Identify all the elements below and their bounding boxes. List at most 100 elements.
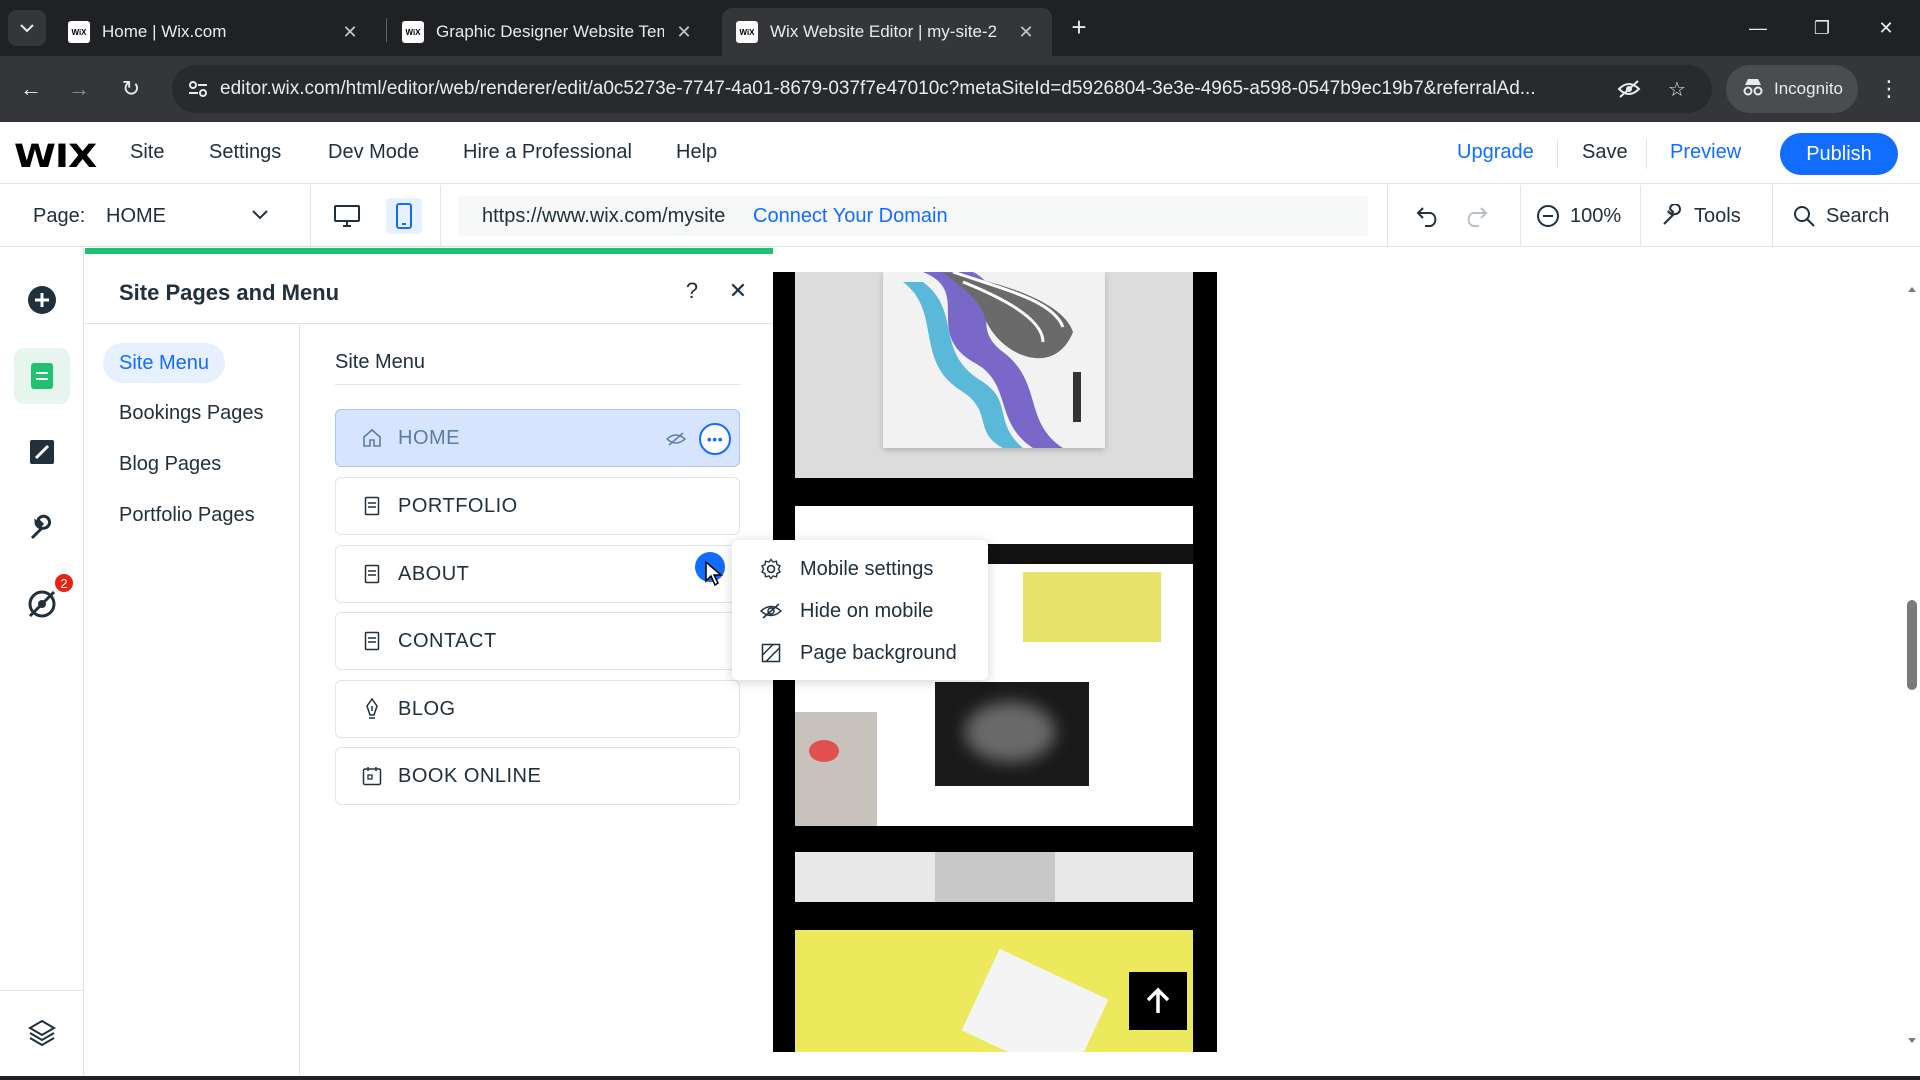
wix-page-bar: Page: HOME https://www.wix.com/mysite Co… bbox=[0, 185, 1920, 247]
tools-button[interactable]: Tools bbox=[1660, 198, 1741, 234]
tab-graphic-designer[interactable]: WiX Graphic Designer Website Temp ✕ bbox=[388, 8, 710, 56]
undo-icon bbox=[1416, 207, 1437, 227]
menu-item-hide-on-mobile[interactable]: Hide on mobile bbox=[732, 590, 988, 632]
connect-domain-link[interactable]: Connect Your Domain bbox=[753, 205, 948, 228]
page-selector-value[interactable]: HOME bbox=[106, 205, 166, 228]
nav-site-menu[interactable]: Site Menu bbox=[103, 343, 226, 383]
nav-bookings-pages[interactable]: Bookings Pages bbox=[103, 393, 280, 433]
wrench-icon bbox=[30, 514, 52, 540]
tab-home-wix[interactable]: WiX Home | Wix.com ✕ bbox=[54, 8, 376, 56]
business-tools-button[interactable] bbox=[14, 500, 70, 556]
mobile-view-button[interactable] bbox=[386, 198, 422, 234]
publish-button[interactable]: Publish bbox=[1780, 133, 1898, 175]
pen-icon bbox=[362, 698, 382, 719]
redo-button[interactable] bbox=[1463, 198, 1489, 234]
page-item-about[interactable]: ABOUT bbox=[335, 545, 740, 603]
panel-title: Site Pages and Menu bbox=[119, 280, 340, 305]
tools-icon bbox=[1663, 204, 1681, 225]
page-icon bbox=[362, 496, 382, 516]
close-icon[interactable]: ✕ bbox=[340, 22, 360, 43]
incognito-icon bbox=[1742, 77, 1764, 102]
menu-site[interactable]: Site bbox=[130, 141, 164, 164]
site-menu-heading: Site Menu bbox=[335, 351, 426, 373]
wix-favicon-icon: WiX bbox=[736, 21, 758, 43]
page-item-contact[interactable]: CONTACT bbox=[335, 612, 740, 670]
scrollbar-thumb[interactable] bbox=[1907, 600, 1917, 690]
page-item-home[interactable]: HOME ••• bbox=[335, 409, 740, 467]
close-icon[interactable]: ✕ bbox=[725, 278, 751, 304]
close-icon[interactable]: ✕ bbox=[1016, 22, 1036, 43]
stand-image bbox=[935, 852, 1055, 902]
undo-button[interactable] bbox=[1415, 198, 1441, 234]
design-button[interactable] bbox=[14, 424, 70, 480]
site-url-bar: https://www.wix.com/mysite Connect Your … bbox=[458, 196, 1368, 236]
bookmark-star-icon[interactable]: ☆ bbox=[1664, 76, 1690, 102]
nav-blog-pages[interactable]: Blog Pages bbox=[103, 444, 237, 484]
image-block[interactable] bbox=[795, 272, 1193, 478]
image-block[interactable] bbox=[795, 852, 1193, 902]
incognito-label: Incognito bbox=[1774, 79, 1843, 98]
new-tab-button[interactable]: + bbox=[1064, 12, 1094, 42]
page-label: HOME bbox=[398, 426, 460, 449]
hidden-eye-icon[interactable] bbox=[665, 428, 687, 450]
close-icon[interactable]: ✕ bbox=[674, 22, 694, 43]
browser-tab-bar: WiX Home | Wix.com ✕ WiX Graphic Designe… bbox=[0, 0, 1920, 56]
menu-hire-professional[interactable]: Hire a Professional bbox=[463, 141, 632, 164]
layers-icon bbox=[28, 1019, 56, 1046]
menu-dev-mode[interactable]: Dev Mode bbox=[328, 141, 419, 164]
nav-portfolio-pages[interactable]: Portfolio Pages bbox=[103, 495, 271, 535]
chevron-down-icon[interactable] bbox=[252, 207, 268, 225]
site-info-icon[interactable] bbox=[186, 77, 210, 101]
incognito-indicator[interactable]: Incognito bbox=[1726, 65, 1858, 113]
divider bbox=[1772, 185, 1773, 247]
zoom-button[interactable]: 100% bbox=[1536, 198, 1621, 234]
page-item-portfolio[interactable]: PORTFOLIO bbox=[335, 477, 740, 535]
forward-button[interactable]: → bbox=[62, 72, 96, 106]
divider bbox=[335, 384, 740, 385]
eye-off-icon[interactable] bbox=[1616, 76, 1642, 102]
divider bbox=[1557, 139, 1558, 169]
tab-title: Home | Wix.com bbox=[102, 22, 227, 41]
reload-button[interactable]: ↻ bbox=[114, 72, 148, 106]
menu-item-page-background[interactable]: Page background bbox=[732, 632, 988, 674]
divider bbox=[1520, 185, 1521, 247]
search-button[interactable]: Search bbox=[1792, 198, 1889, 234]
search-label: Search bbox=[1826, 204, 1890, 227]
desktop-icon bbox=[334, 205, 360, 227]
pages-menu-button[interactable] bbox=[14, 348, 70, 404]
save-button[interactable]: Save bbox=[1582, 141, 1628, 164]
browser-toolbar: ← → ↻ editor.wix.com/html/editor/web/ren… bbox=[0, 56, 1920, 122]
wix-logo[interactable]: WIX bbox=[14, 137, 97, 174]
menu-help[interactable]: Help bbox=[676, 141, 717, 164]
address-bar[interactable]: editor.wix.com/html/editor/web/renderer/… bbox=[172, 65, 1712, 113]
minimize-button[interactable]: — bbox=[1726, 0, 1790, 56]
close-window-button[interactable]: ✕ bbox=[1854, 0, 1918, 56]
help-icon[interactable]: ? bbox=[679, 278, 705, 304]
add-elements-button[interactable] bbox=[14, 272, 70, 328]
menu-settings[interactable]: Settings bbox=[209, 141, 281, 164]
back-to-top-button[interactable] bbox=[1129, 972, 1187, 1030]
more-actions-button[interactable]: ••• bbox=[699, 423, 731, 455]
page-icon bbox=[362, 564, 382, 584]
back-button[interactable]: ← bbox=[14, 72, 48, 106]
divider bbox=[1646, 139, 1647, 169]
tab-wix-editor[interactable]: WiX Wix Website Editor | my-site-2 ✕ bbox=[722, 8, 1052, 56]
scroll-up-icon[interactable] bbox=[1907, 280, 1917, 298]
url-text: editor.wix.com/html/editor/web/renderer/… bbox=[220, 78, 1536, 99]
page-item-book-online[interactable]: BOOK ONLINE bbox=[335, 747, 740, 805]
dark-texture-image bbox=[935, 682, 1089, 786]
desktop-view-button[interactable] bbox=[329, 198, 365, 234]
divider bbox=[440, 185, 441, 247]
scroll-down-icon[interactable] bbox=[1907, 1032, 1917, 1050]
restore-button[interactable]: ❐ bbox=[1790, 0, 1854, 56]
page-item-blog[interactable]: BLOG bbox=[335, 680, 740, 738]
page-label: CONTACT bbox=[398, 629, 497, 652]
menu-item-mobile-settings[interactable]: Mobile settings bbox=[732, 548, 988, 590]
upgrade-button[interactable]: Upgrade bbox=[1457, 141, 1534, 164]
layers-button[interactable] bbox=[14, 1004, 70, 1060]
tab-search-button[interactable] bbox=[8, 10, 46, 46]
preview-button[interactable]: Preview bbox=[1670, 141, 1741, 164]
browser-menu-button[interactable]: ⋮ bbox=[1872, 72, 1906, 106]
divider bbox=[1640, 185, 1641, 247]
gear-icon bbox=[760, 558, 782, 580]
